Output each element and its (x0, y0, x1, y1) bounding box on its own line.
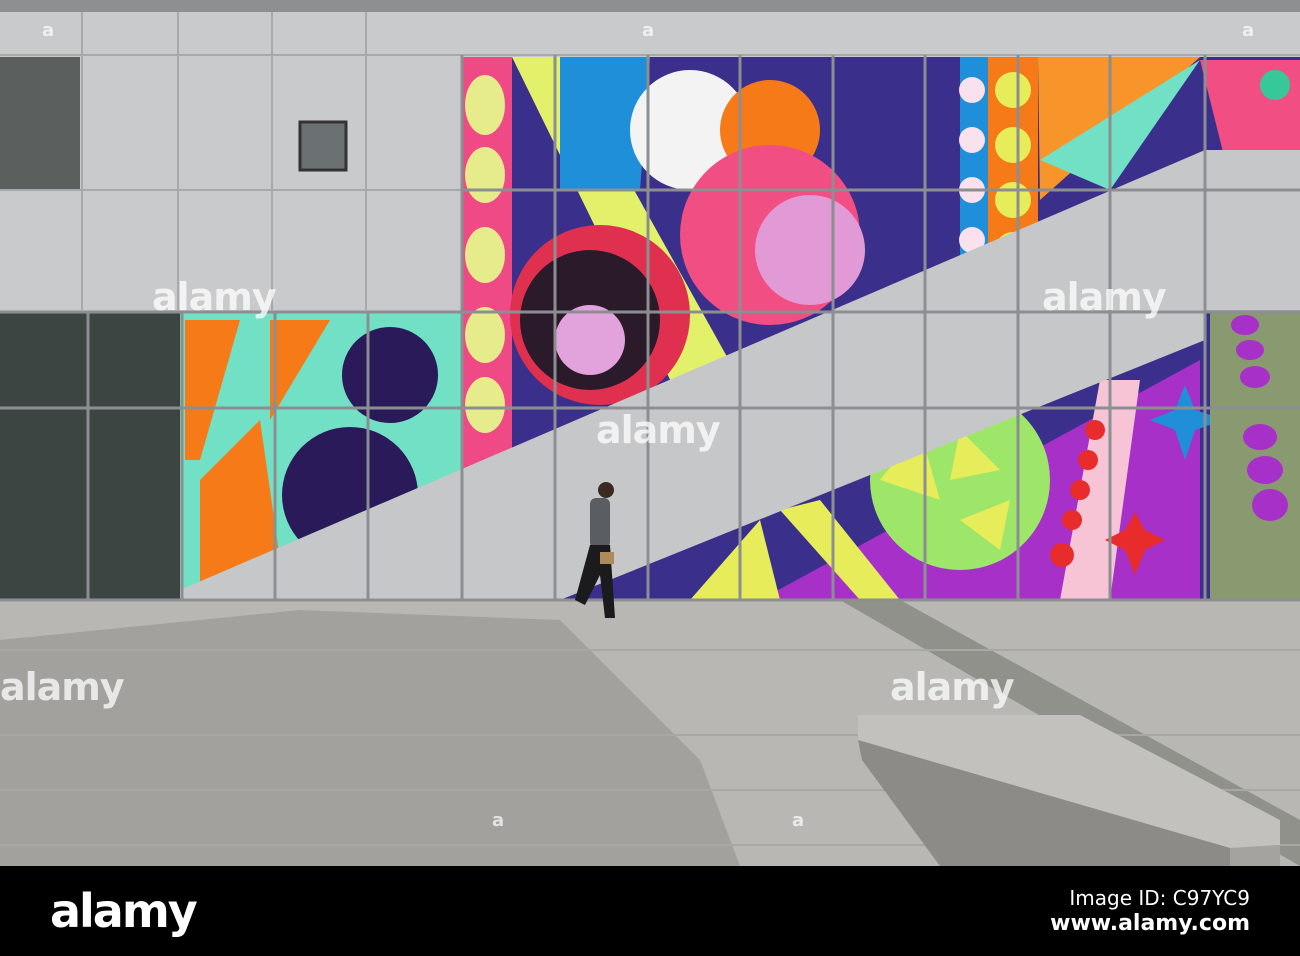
footer-bar: alamy Image ID: C97YC9 www.alamy.com (0, 866, 1300, 956)
watermark-mark: a (1242, 20, 1255, 41)
watermark-mark: a (642, 20, 655, 41)
watermark: alamy (0, 665, 125, 709)
small-window (298, 120, 348, 172)
photo-scene: alamy alamy alamy alamy alamy a a a a a (0, 0, 1300, 866)
watermark: alamy (152, 275, 277, 319)
watermark-mark: a (492, 810, 505, 831)
watermark-mark: a (792, 810, 805, 831)
watermark-mark: a (42, 20, 55, 41)
website-link[interactable]: www.alamy.com (1050, 911, 1250, 936)
watermark: alamy (596, 408, 721, 452)
watermark: alamy (890, 665, 1015, 709)
upper-window (0, 57, 80, 189)
alamy-logo: alamy (50, 884, 198, 938)
watermark: alamy (1042, 275, 1167, 319)
image-id: Image ID: C97YC9 (1069, 886, 1250, 910)
